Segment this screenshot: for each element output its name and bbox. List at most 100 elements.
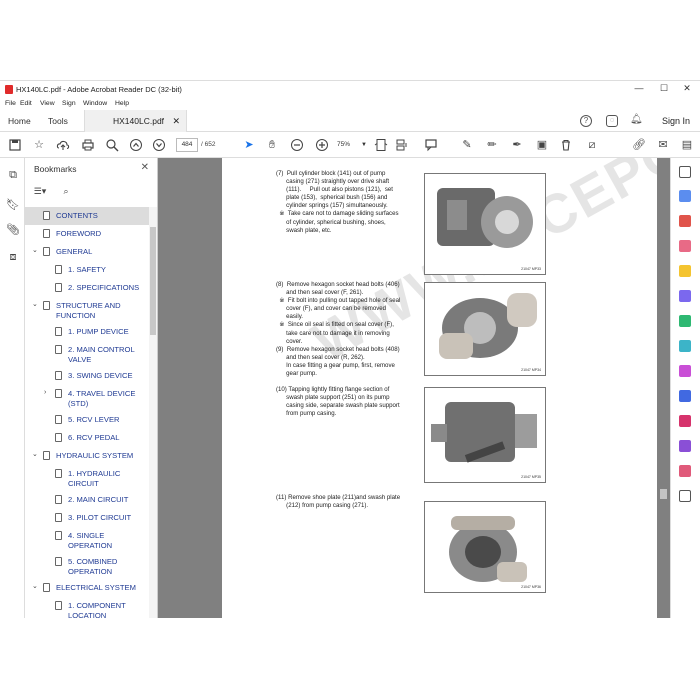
menu-file[interactable]: File — [5, 100, 16, 107]
menu-help[interactable]: Help — [115, 100, 129, 107]
bookmark-item[interactable]: 1. COMPONENT LOCATION — [25, 597, 149, 618]
bookmark-item[interactable]: › 4. TRAVEL DEVICE (STD) — [25, 385, 149, 411]
close-panel-icon[interactable]: ✕ — [141, 162, 149, 173]
expand-toggle-icon[interactable]: ⌄ — [32, 582, 38, 592]
search-icon[interactable] — [105, 138, 119, 152]
fill-sign-icon[interactable] — [679, 365, 691, 377]
cloud-upload-icon[interactable] — [56, 138, 70, 152]
bookmark-label-line: (STD) — [68, 399, 89, 408]
bookmark-label: GENERAL — [56, 247, 92, 257]
document-viewer[interactable]: WWW.EPCEPO.COM(7) Pull cylinder block (1… — [158, 158, 670, 618]
zoom-out-icon[interactable] — [290, 138, 304, 152]
minimize-button[interactable]: — — [632, 83, 646, 93]
sign-in-button[interactable]: Sign In — [662, 110, 690, 132]
edit-pdf-icon[interactable] — [679, 240, 691, 252]
layers-icon[interactable]: ⧈ — [6, 250, 20, 264]
combine-files-icon[interactable] — [679, 290, 691, 302]
bookmark-item[interactable]: 2. SPECIFICATIONS — [25, 279, 149, 297]
bookmark-item[interactable]: 5. COMBINED OPERATION — [25, 553, 149, 579]
attachments-icon[interactable]: 📎︎ — [6, 223, 20, 237]
comment-tool-icon[interactable] — [679, 265, 691, 277]
protect-icon[interactable] — [679, 390, 691, 402]
export-icon[interactable]: ▤ — [680, 138, 694, 152]
bookmark-item[interactable]: 3. SWING DEVICE — [25, 367, 149, 385]
redact-icon[interactable]: ⧄ — [585, 138, 599, 152]
step-text-line: swash plate, etc. — [276, 226, 332, 234]
bookmark-item[interactable]: 3. PILOT CIRCUIT — [25, 509, 149, 527]
bookmarks-scrollbar[interactable] — [149, 207, 157, 618]
bookmark-label-line: VALVE — [68, 355, 92, 364]
document-scroll-thumb[interactable] — [660, 489, 667, 499]
expand-toggle-icon[interactable]: ⌄ — [32, 246, 38, 256]
highlight-icon[interactable]: ✎ — [460, 138, 474, 152]
next-page-icon[interactable] — [152, 138, 166, 152]
redact-tool-icon[interactable] — [679, 465, 691, 477]
help-icon[interactable]: ? — [580, 115, 592, 127]
find-bookmark-icon[interactable]: ⌕ — [59, 184, 73, 198]
bookmarks-panel-icon[interactable]: 🔖︎ — [6, 198, 20, 212]
tab-home[interactable]: Home — [8, 110, 31, 132]
bell-icon[interactable]: 🔔︎ — [630, 115, 643, 127]
print-icon[interactable] — [81, 138, 95, 152]
bookmark-item[interactable]: 1. HYDRAULIC CIRCUIT — [25, 465, 149, 491]
draw-icon[interactable]: ✏︎ — [485, 138, 499, 152]
sign-icon[interactable]: ✒︎ — [510, 138, 524, 152]
more-tools-icon[interactable] — [679, 490, 691, 502]
hand-tool-icon[interactable]: ✋︎ — [265, 138, 279, 152]
expand-toggle-icon[interactable]: ⌄ — [32, 450, 38, 460]
tab-document[interactable]: HX140LC.pdf ✕ — [84, 110, 187, 132]
menu-view[interactable]: View — [40, 100, 55, 107]
email-icon[interactable]: ✉ — [656, 138, 670, 152]
comment-icon[interactable] — [424, 138, 438, 152]
share-link-icon[interactable]: 🔗︎ — [632, 138, 646, 152]
bookmark-item[interactable]: 6. RCV PEDAL — [25, 429, 149, 447]
document-scrollbar[interactable] — [657, 158, 670, 618]
bookmark-label: 2. MAIN CIRCUIT — [68, 495, 128, 505]
scan-ocr-icon[interactable] — [679, 340, 691, 352]
save-icon[interactable] — [8, 138, 22, 152]
previous-page-icon[interactable] — [129, 138, 143, 152]
page-thumbnails-icon[interactable]: ⧉ — [6, 168, 20, 182]
bookmark-item[interactable]: ⌄ GENERAL — [25, 243, 149, 261]
bookmark-star-icon[interactable]: ☆ — [32, 138, 46, 152]
scroll-mode-icon[interactable] — [394, 138, 408, 152]
tab-tools[interactable]: Tools — [48, 110, 68, 132]
request-signature-icon[interactable] — [679, 415, 691, 427]
figure-shape — [507, 293, 537, 327]
expand-toggle-icon[interactable]: ⌄ — [32, 300, 38, 310]
send-comments-icon[interactable] — [679, 440, 691, 452]
export-pdf-icon[interactable] — [679, 190, 691, 202]
bookmark-item[interactable]: FOREWORD — [25, 225, 149, 243]
search-tool-icon[interactable] — [679, 166, 691, 178]
menu-sign[interactable]: Sign — [62, 100, 76, 107]
options-menu-icon[interactable]: ☰▾ — [33, 184, 47, 198]
bookmark-item[interactable]: 1. SAFETY — [25, 261, 149, 279]
bookmark-item[interactable]: ⌄ HYDRAULIC SYSTEM — [25, 447, 149, 465]
page-number-input[interactable]: 484 — [176, 138, 198, 152]
bookmark-item[interactable]: 2. MAIN CIRCUIT — [25, 491, 149, 509]
organize-pages-icon[interactable] — [679, 315, 691, 327]
bookmark-item[interactable]: 2. MAIN CONTROL VALVE — [25, 341, 149, 367]
create-pdf-icon[interactable] — [679, 215, 691, 227]
delete-icon[interactable] — [559, 138, 573, 152]
bookmark-item[interactable]: CONTENTS — [25, 207, 149, 225]
maximize-button[interactable]: ☐ — [657, 83, 671, 94]
menu-window[interactable]: Window — [83, 100, 107, 107]
bookmark-item[interactable]: ⌄ ELECTRICAL SYSTEM — [25, 579, 149, 597]
document-tab-label: HX140LC.pdf — [113, 116, 165, 126]
stamp-icon[interactable]: ▣ — [535, 138, 549, 152]
notifications-icon[interactable]: ◌ — [606, 115, 618, 127]
close-tab-icon[interactable]: ✕ — [172, 110, 180, 132]
bookmark-item[interactable]: ⌄ STRUCTURE AND FUNCTION — [25, 297, 149, 323]
bookmarks-scroll-thumb[interactable] — [150, 227, 156, 335]
bookmark-item[interactable]: 5. RCV LEVER — [25, 411, 149, 429]
expand-toggle-icon[interactable]: › — [44, 388, 46, 398]
page-view-icon[interactable] — [374, 138, 388, 152]
select-cursor-icon[interactable]: ➤ — [242, 138, 256, 152]
zoom-in-icon[interactable] — [315, 138, 329, 152]
close-window-button[interactable]: ✕ — [680, 83, 694, 94]
bookmark-item[interactable]: 1. PUMP DEVICE — [25, 323, 149, 341]
zoom-level-select[interactable]: 75% ▼ — [337, 138, 367, 152]
bookmark-item[interactable]: 4. SINGLE OPERATION — [25, 527, 149, 553]
menu-edit[interactable]: Edit — [20, 100, 32, 107]
